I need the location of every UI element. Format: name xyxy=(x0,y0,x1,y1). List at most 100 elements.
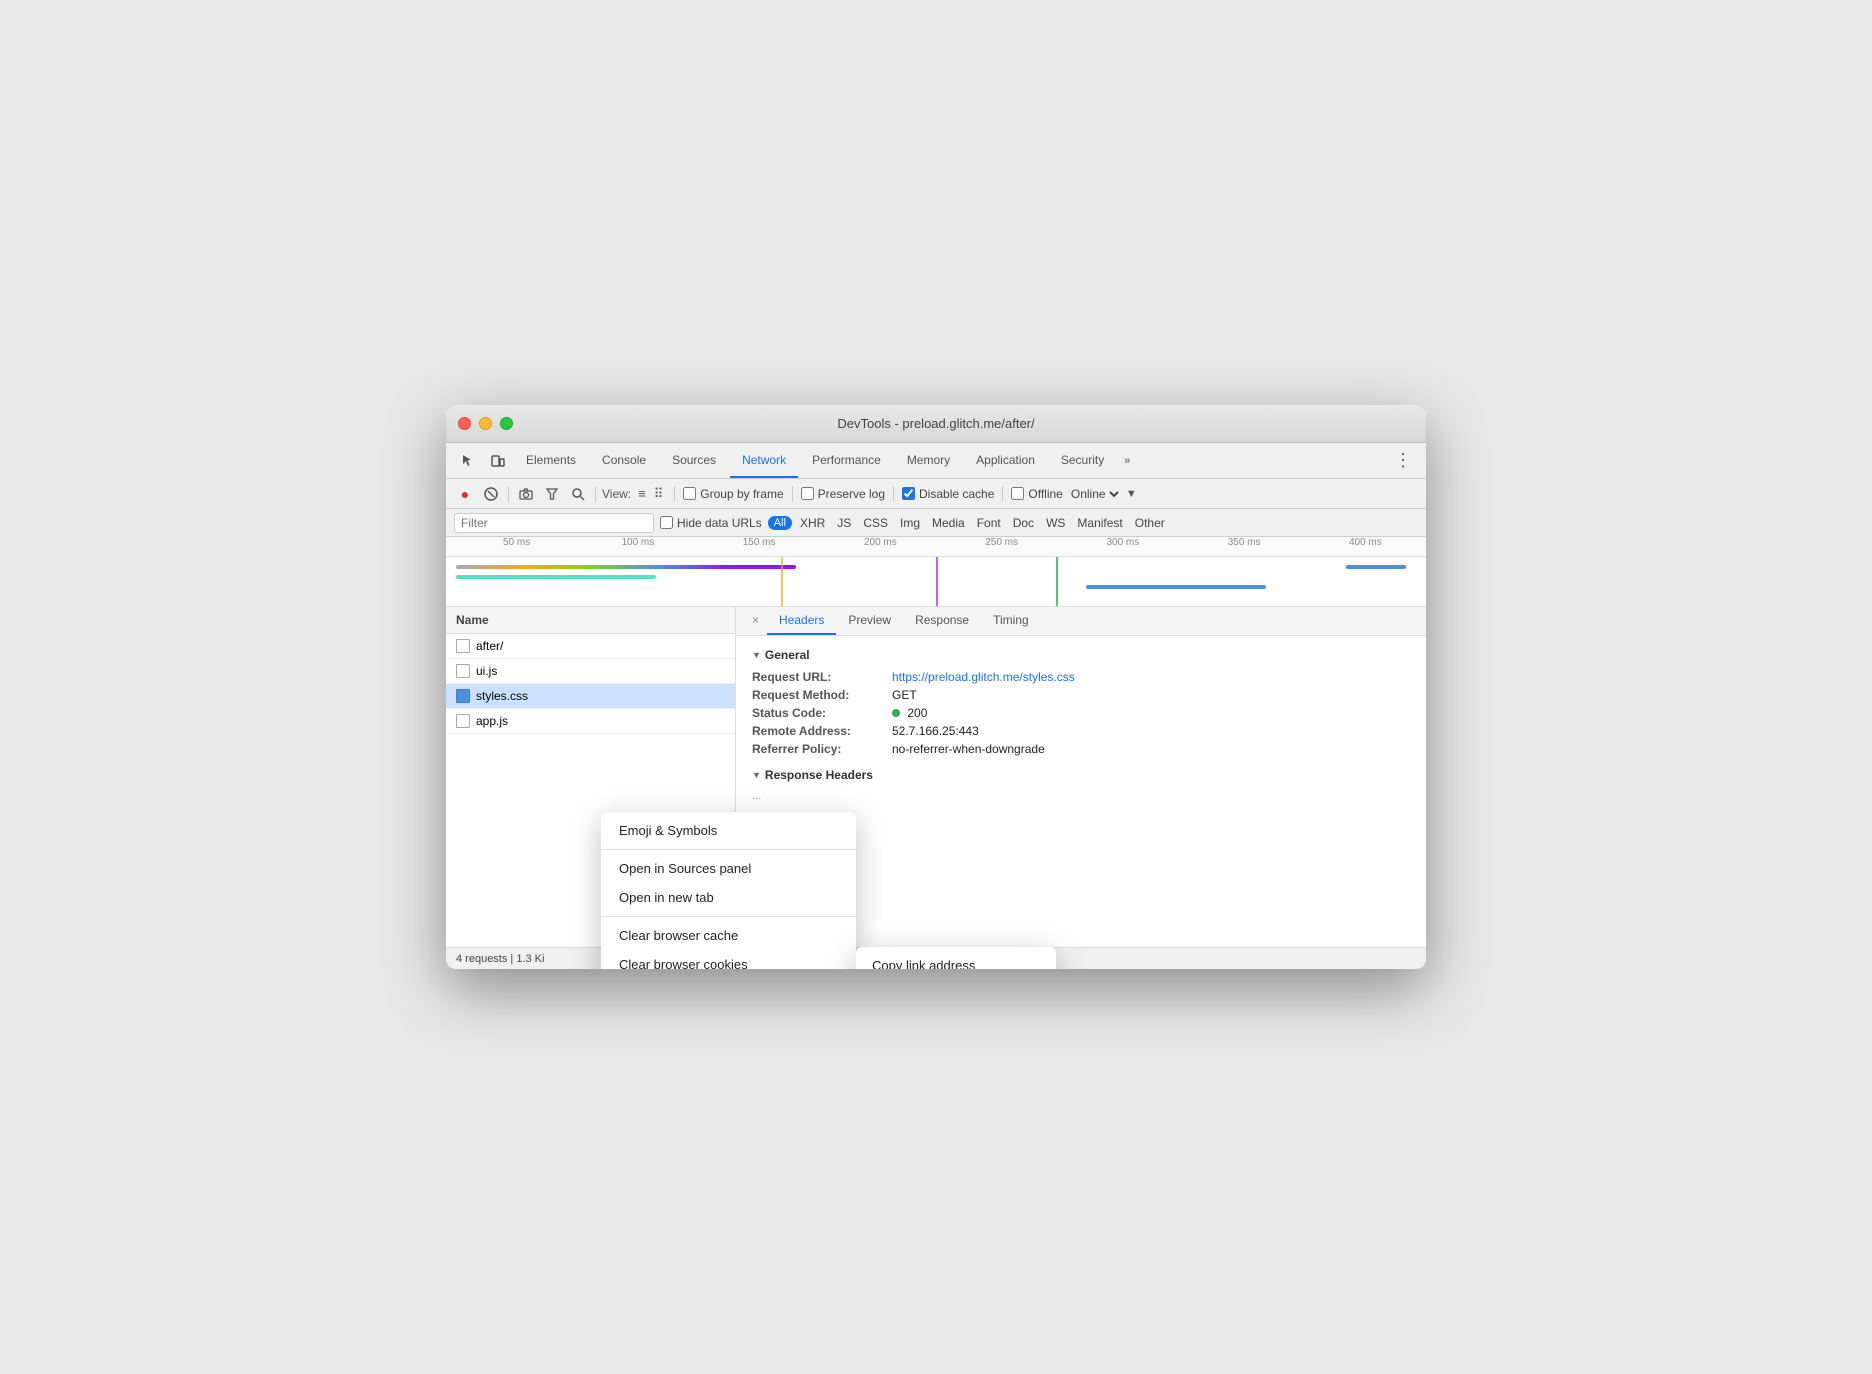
disable-cache-checkbox[interactable]: Disable cache xyxy=(902,487,994,501)
device-toolbar-icon[interactable] xyxy=(484,447,512,475)
file-icon-appjs xyxy=(456,714,470,728)
devtools-menu-button[interactable]: ⋮ xyxy=(1388,446,1418,475)
file-list-header: Name xyxy=(446,607,735,634)
response-headers-section: Response Headers ... xyxy=(752,768,1410,802)
detail-tab-response[interactable]: Response xyxy=(903,607,981,635)
tab-security[interactable]: Security xyxy=(1049,443,1116,478)
time-mark-150: 150 ms xyxy=(699,537,820,556)
tab-network[interactable]: Network xyxy=(730,443,798,478)
detail-tab-timing[interactable]: Timing xyxy=(981,607,1041,635)
filter-type-tags: All XHR JS CSS Img Media Font Doc WS Man… xyxy=(768,516,1169,530)
time-marker-green xyxy=(1056,557,1058,607)
filter-input[interactable] xyxy=(454,513,654,533)
offline-checkbox[interactable]: Offline xyxy=(1011,487,1062,501)
detail-value-remote: 52.7.166.25:443 xyxy=(892,724,979,738)
ctx-sep-2 xyxy=(601,916,856,917)
preserve-log-checkbox[interactable]: Preserve log xyxy=(801,487,885,501)
network-toolbar: ● View: ≡ ⠿ Group by frame Preserve log xyxy=(446,479,1426,509)
list-view-icon[interactable]: ≡ xyxy=(635,484,649,504)
tab-performance[interactable]: Performance xyxy=(800,443,893,478)
timeline-ruler: 50 ms 100 ms 150 ms 200 ms 250 ms 300 ms… xyxy=(446,537,1426,557)
file-name-appjs: app.js xyxy=(476,714,508,728)
ctx-open-new-tab[interactable]: Open in new tab xyxy=(601,883,856,912)
filter-icon[interactable] xyxy=(541,483,563,505)
filter-media[interactable]: Media xyxy=(928,516,969,530)
ctx-open-sources[interactable]: Open in Sources panel xyxy=(601,854,856,883)
detail-tab-preview[interactable]: Preview xyxy=(836,607,903,635)
timeline-bar-2 xyxy=(456,575,656,579)
detail-row-referrer: Referrer Policy: no-referrer-when-downgr… xyxy=(752,742,1410,756)
ctx-emoji-symbols[interactable]: Emoji & Symbols xyxy=(601,816,856,845)
detail-value-url: https://preload.glitch.me/styles.css xyxy=(892,670,1075,684)
separator-5 xyxy=(893,486,894,502)
ctx-clear-cache[interactable]: Clear browser cache xyxy=(601,921,856,950)
detail-tab-headers[interactable]: Headers xyxy=(767,607,836,635)
file-icon-uijs xyxy=(456,664,470,678)
more-tabs-button[interactable]: » xyxy=(1118,451,1136,471)
time-marker-yellow xyxy=(781,557,783,607)
context-menu: Emoji & Symbols Open in Sources panel Op… xyxy=(601,812,856,969)
devtools-window: DevTools - preload.glitch.me/after/ Elem… xyxy=(446,405,1426,969)
detail-row-method: Request Method: GET xyxy=(752,688,1410,702)
ctx-clear-cookies[interactable]: Clear browser cookies xyxy=(601,950,856,969)
waterfall-view-icon[interactable]: ⠿ xyxy=(651,484,667,504)
filter-manifest[interactable]: Manifest xyxy=(1073,516,1126,530)
file-name-stylescss: styles.css xyxy=(476,689,528,703)
time-mark-300: 300 ms xyxy=(1062,537,1183,556)
tab-console[interactable]: Console xyxy=(590,443,658,478)
file-icon-after xyxy=(456,639,470,653)
maximize-button[interactable] xyxy=(500,417,513,430)
filter-bar: Hide data URLs All XHR JS CSS Img Media … xyxy=(446,509,1426,537)
close-button[interactable] xyxy=(458,417,471,430)
hide-data-urls-checkbox[interactable]: Hide data URLs xyxy=(660,516,762,530)
inspect-icon[interactable] xyxy=(454,447,482,475)
filter-ws[interactable]: WS xyxy=(1042,516,1069,530)
close-details-button[interactable]: × xyxy=(744,607,767,635)
detail-key-remote: Remote Address: xyxy=(752,724,892,738)
filter-all[interactable]: All xyxy=(768,516,792,530)
details-content: General Request URL: https://preload.gli… xyxy=(736,636,1426,814)
filter-js[interactable]: JS xyxy=(833,516,855,530)
network-throttle-select[interactable]: Online xyxy=(1067,486,1122,502)
timeline-bar-3 xyxy=(1086,585,1266,589)
group-by-frame-checkbox[interactable]: Group by frame xyxy=(683,487,783,501)
timeline-bar-1 xyxy=(456,565,796,569)
file-item-after[interactable]: after/ xyxy=(446,634,735,659)
separator-1 xyxy=(508,486,509,502)
minimize-button[interactable] xyxy=(479,417,492,430)
clear-button[interactable] xyxy=(480,483,502,505)
file-name-after: after/ xyxy=(476,639,503,653)
filter-img[interactable]: Img xyxy=(896,516,924,530)
tab-application[interactable]: Application xyxy=(964,443,1047,478)
filter-xhr[interactable]: XHR xyxy=(796,516,829,530)
file-item-uijs[interactable]: ui.js xyxy=(446,659,735,684)
record-button[interactable]: ● xyxy=(454,483,476,505)
file-icon-stylescss xyxy=(456,689,470,703)
search-icon[interactable] xyxy=(567,483,589,505)
traffic-lights xyxy=(458,417,513,430)
time-mark-100: 100 ms xyxy=(577,537,698,556)
filter-doc[interactable]: Doc xyxy=(1009,516,1038,530)
sub-copy-link-address[interactable]: Copy link address xyxy=(856,951,1056,969)
status-dot xyxy=(892,709,900,717)
details-tabs: × Headers Preview Response Timing xyxy=(736,607,1426,636)
tab-sources[interactable]: Sources xyxy=(660,443,728,478)
time-mark-200: 200 ms xyxy=(820,537,941,556)
camera-icon[interactable] xyxy=(515,483,537,505)
separator-2 xyxy=(595,486,596,502)
detail-key-url: Request URL: xyxy=(752,670,892,684)
tab-memory[interactable]: Memory xyxy=(895,443,962,478)
general-section-header: General xyxy=(752,648,1410,662)
file-item-appjs[interactable]: app.js xyxy=(446,709,735,734)
filter-other[interactable]: Other xyxy=(1131,516,1169,530)
detail-key-method: Request Method: xyxy=(752,688,892,702)
copy-submenu: Copy link address Copy response Copy as … xyxy=(856,947,1056,969)
timeline-area: 50 ms 100 ms 150 ms 200 ms 250 ms 300 ms… xyxy=(446,537,1426,607)
tab-elements[interactable]: Elements xyxy=(514,443,588,478)
filter-font[interactable]: Font xyxy=(973,516,1005,530)
response-headers-header: Response Headers xyxy=(752,768,1410,782)
file-item-stylescss[interactable]: styles.css xyxy=(446,684,735,709)
time-mark-350: 350 ms xyxy=(1184,537,1305,556)
filter-css[interactable]: CSS xyxy=(859,516,892,530)
headers-ellipsis: ... xyxy=(752,790,1410,802)
